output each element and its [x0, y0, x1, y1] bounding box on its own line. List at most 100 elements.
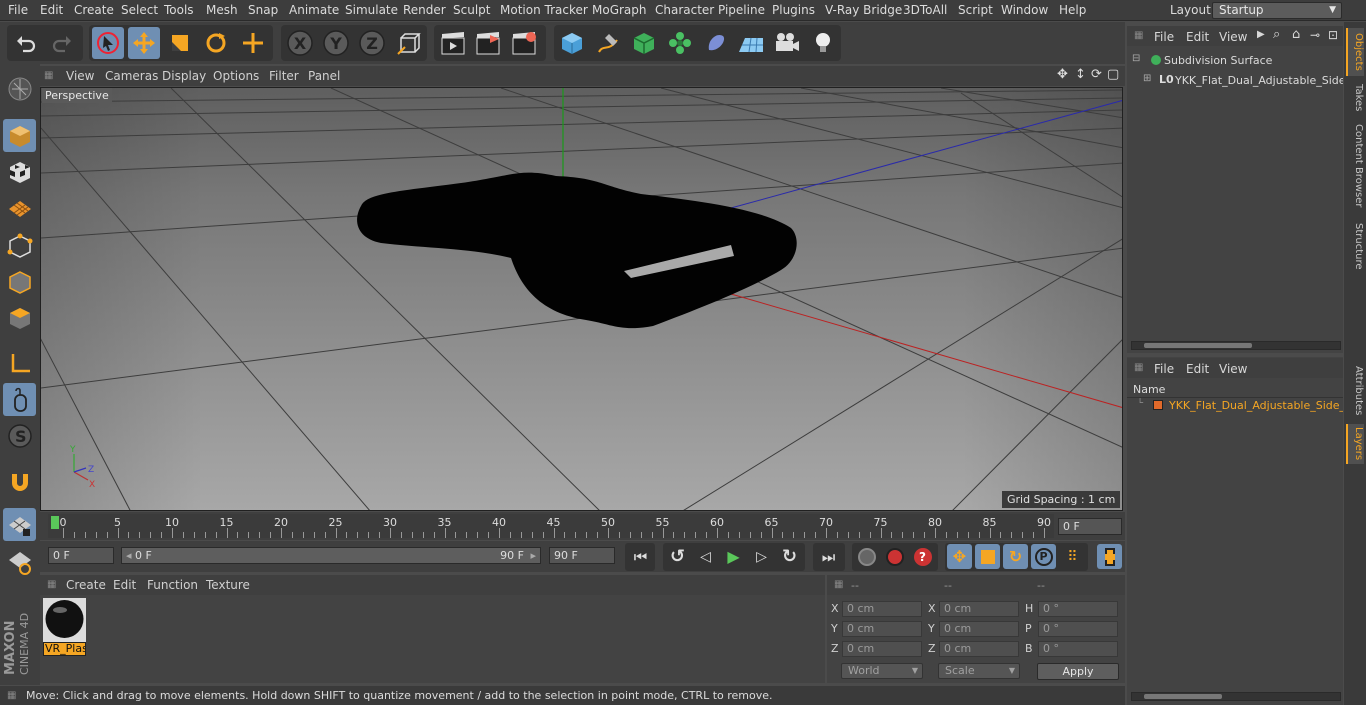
- key-rotation-button[interactable]: ↻: [1003, 544, 1028, 569]
- polygon-mode-button[interactable]: [3, 301, 36, 334]
- rot-h-field[interactable]: 0 °: [1038, 601, 1118, 617]
- snap-button[interactable]: S: [3, 419, 36, 452]
- go-to-end-button[interactable]: ⏭: [816, 544, 841, 569]
- tweak-mode-button[interactable]: [3, 383, 36, 416]
- menu-create[interactable]: Create: [74, 3, 114, 17]
- drag-handle-icon[interactable]: ▦: [1134, 30, 1143, 41]
- size-z-field[interactable]: 0 cm: [939, 641, 1019, 657]
- y-axis-lock-button[interactable]: Y: [320, 27, 352, 59]
- scroll-thumb[interactable]: [1144, 343, 1252, 348]
- model-mode-button[interactable]: [3, 119, 36, 152]
- viewport-menu-cameras[interactable]: Cameras: [105, 69, 158, 83]
- pos-x-field[interactable]: 0 cm: [842, 601, 922, 617]
- viewport-menu-view[interactable]: View: [66, 69, 94, 83]
- edge-mode-button[interactable]: [3, 265, 36, 298]
- viewport-rotate-icon[interactable]: ⟳: [1091, 67, 1102, 82]
- material-menu-edit[interactable]: Edit: [113, 578, 136, 592]
- new-window-icon[interactable]: ⊡: [1328, 28, 1338, 42]
- next-frame-button[interactable]: ▷: [749, 544, 774, 569]
- menu-script[interactable]: Script: [958, 3, 993, 17]
- menu-file[interactable]: File: [8, 3, 28, 17]
- coordinate-system-button[interactable]: [392, 27, 424, 59]
- coordinate-space-dropdown[interactable]: World ▼: [841, 663, 923, 679]
- light-button[interactable]: [807, 27, 839, 59]
- menu-motion-tracker[interactable]: Motion Tracker: [500, 3, 588, 17]
- size-x-field[interactable]: 0 cm: [939, 601, 1019, 617]
- viewport-menu-display[interactable]: Display: [162, 69, 206, 83]
- z-axis-lock-button[interactable]: Z: [356, 27, 388, 59]
- key-scale-button[interactable]: [975, 544, 1000, 569]
- tab-layers[interactable]: Layers: [1346, 424, 1364, 464]
- object-row-ykk[interactable]: ⊞ L0 YKK_Flat_Dual_Adjustable_Side_R: [1131, 73, 1343, 89]
- texture-mode-button[interactable]: [3, 155, 36, 188]
- menu-window[interactable]: Window: [1001, 3, 1048, 17]
- undo-button[interactable]: [10, 27, 42, 59]
- keyframe-selection-button[interactable]: ?: [910, 544, 935, 569]
- scale-tool-button[interactable]: [164, 27, 196, 59]
- subdivision-surface-button[interactable]: [628, 27, 660, 59]
- previous-key-button[interactable]: ↺: [665, 544, 690, 569]
- menu-snap[interactable]: Snap: [248, 3, 278, 17]
- x-axis-lock-button[interactable]: X: [284, 27, 316, 59]
- object-menu-edit[interactable]: Edit: [1186, 30, 1209, 44]
- rot-b-field[interactable]: 0 °: [1038, 641, 1118, 657]
- object-menu-view[interactable]: View: [1219, 30, 1247, 44]
- layer-menu-view[interactable]: View: [1219, 362, 1247, 376]
- viewport-maximize-icon[interactable]: ▢: [1107, 67, 1119, 82]
- end-frame-field[interactable]: 90 F: [549, 547, 615, 564]
- play-button[interactable]: ▶: [721, 544, 746, 569]
- go-to-start-button[interactable]: ⏮: [628, 544, 653, 569]
- menu-more-icon[interactable]: ▶: [1257, 29, 1265, 40]
- viewport-menu-options[interactable]: Options: [213, 69, 259, 83]
- pos-y-field[interactable]: 0 cm: [842, 621, 922, 637]
- menu-simulate[interactable]: Simulate: [345, 3, 398, 17]
- next-key-button[interactable]: ↻: [777, 544, 802, 569]
- live-selection-button[interactable]: [92, 27, 124, 59]
- tab-content-browser[interactable]: Content Browser: [1346, 120, 1364, 212]
- autokey-button[interactable]: [882, 544, 907, 569]
- current-frame-field[interactable]: 0 F: [1058, 518, 1122, 535]
- previous-frame-button[interactable]: ◁: [693, 544, 718, 569]
- deformer-button[interactable]: [700, 27, 732, 59]
- magnet-button[interactable]: [3, 465, 36, 498]
- layer-menu-edit[interactable]: Edit: [1186, 362, 1209, 376]
- menu-character[interactable]: Character: [655, 3, 714, 17]
- menu-render[interactable]: Render: [403, 3, 446, 17]
- drag-handle-icon[interactable]: ▦: [44, 70, 53, 81]
- render-settings-button[interactable]: [508, 27, 540, 59]
- tree-collapse-icon[interactable]: ⊟: [1132, 53, 1140, 64]
- drag-handle-icon[interactable]: ▦: [47, 579, 56, 590]
- viewport-menu-panel[interactable]: Panel: [308, 69, 340, 83]
- move-tool-button[interactable]: [128, 27, 160, 59]
- tab-takes[interactable]: Takes: [1346, 80, 1364, 116]
- floor-button[interactable]: [735, 27, 767, 59]
- search-icon[interactable]: ⌕: [1273, 27, 1280, 42]
- menu-edit[interactable]: Edit: [40, 3, 63, 17]
- menu-sculpt[interactable]: Sculpt: [453, 3, 490, 17]
- viewport-move-icon[interactable]: ✥: [1057, 67, 1068, 82]
- tab-objects[interactable]: Objects: [1346, 28, 1364, 76]
- workplane-lock-button[interactable]: [3, 508, 36, 541]
- scroll-thumb[interactable]: [1144, 694, 1222, 699]
- viewport-menu-filter[interactable]: Filter: [269, 69, 299, 83]
- object-row-subdivision[interactable]: ⊟ Subdivision Surface: [1131, 53, 1343, 69]
- size-y-field[interactable]: 0 cm: [939, 621, 1019, 637]
- layer-color-swatch[interactable]: [1153, 400, 1163, 410]
- 3d-viewport[interactable]: Y X Z: [40, 87, 1123, 511]
- viewport-zoom-icon[interactable]: ↕: [1075, 67, 1086, 82]
- tab-structure[interactable]: Structure: [1346, 218, 1364, 274]
- camera-button[interactable]: [771, 27, 803, 59]
- menu-3dtoall[interactable]: 3DToAll: [903, 3, 947, 17]
- tree-expand-icon[interactable]: ⊞: [1143, 73, 1151, 84]
- menu-help[interactable]: Help: [1059, 3, 1086, 17]
- workplane-mode-button[interactable]: [3, 191, 36, 224]
- material-menu-function[interactable]: Function: [147, 578, 198, 592]
- back-icon[interactable]: ⊸: [1310, 28, 1320, 42]
- drag-handle-icon[interactable]: ▦: [834, 579, 843, 590]
- drag-handle-icon[interactable]: ▦: [1134, 362, 1143, 373]
- redo-button[interactable]: [46, 27, 78, 59]
- pen-spline-button[interactable]: [592, 27, 624, 59]
- menu-vray-bridge[interactable]: V-Ray Bridge: [825, 3, 902, 17]
- pos-z-field[interactable]: 0 cm: [842, 641, 922, 657]
- start-frame-field[interactable]: 0 F: [48, 547, 114, 564]
